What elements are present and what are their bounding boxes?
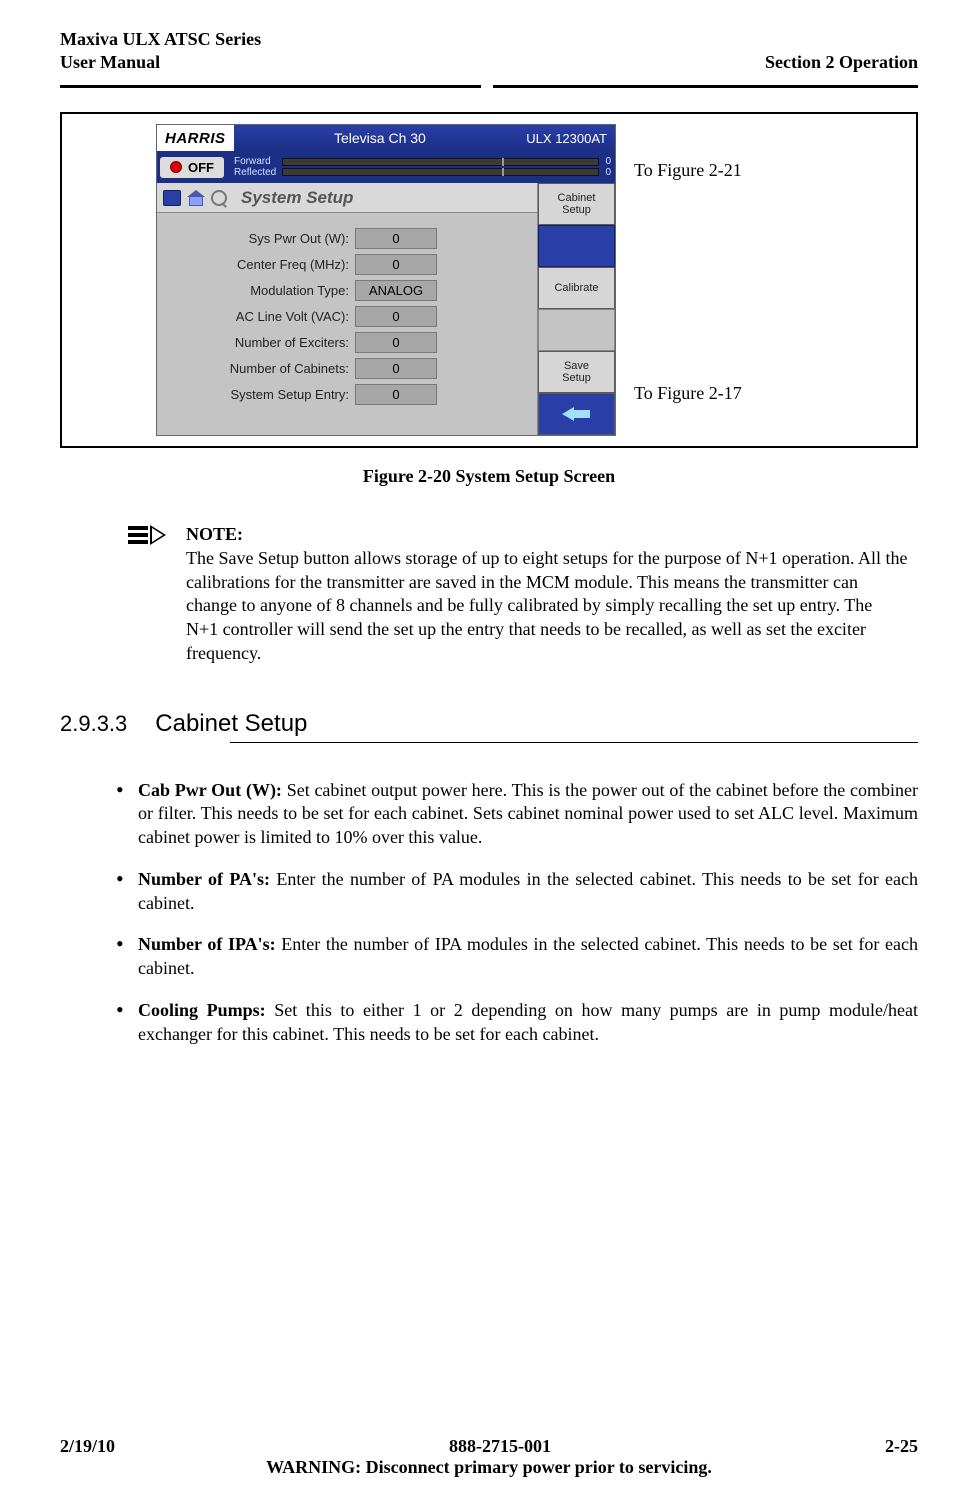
- footer-docnum: 888-2715-001: [449, 1436, 551, 1457]
- power-off-indicator[interactable]: OFF: [160, 157, 224, 178]
- note-arrow-icon: [128, 525, 174, 545]
- meter-values: 0 0: [605, 156, 615, 178]
- param-row: Sys Pwr Out (W):0: [165, 228, 529, 249]
- bullet-term: Number of PA's:: [138, 869, 276, 889]
- list-item: Cooling Pumps: Set this to either 1 or 2…: [116, 999, 918, 1047]
- param-label: AC Line Volt (VAC):: [165, 309, 355, 324]
- subsection: 2.9.3.3 Cabinet Setup: [60, 710, 918, 743]
- forward-bar: [282, 158, 599, 166]
- param-value[interactable]: ANALOG: [355, 280, 437, 301]
- param-row: System Setup Entry:0: [165, 384, 529, 405]
- subsection-number: 2.9.3.3: [60, 711, 127, 737]
- harris-logo: HARRIS: [157, 125, 234, 151]
- doc-series-line1: Maxiva ULX ATSC Series: [60, 28, 261, 51]
- list-item: Number of IPA's: Enter the number of IPA…: [116, 933, 918, 981]
- home-icon[interactable]: [187, 190, 205, 206]
- gui-statusbar: OFF Forward Reflected 0 0: [157, 151, 615, 183]
- forward-value: 0: [605, 156, 611, 167]
- side-blank-button: [538, 309, 615, 351]
- subsection-rule: [230, 742, 918, 743]
- gui-model: ULX 12300AT: [526, 131, 615, 146]
- meter-bars: [282, 156, 599, 178]
- param-value[interactable]: 0: [355, 254, 437, 275]
- param-row: Number of Exciters:0: [165, 332, 529, 353]
- calibrate-button[interactable]: Calibrate: [538, 267, 615, 309]
- side-button-column: Cabinet Setup Calibrate Save Setup: [537, 183, 615, 435]
- page-footer: 2/19/10 888-2715-001 2-25 WARNING: Disco…: [60, 1436, 918, 1478]
- meter-labels: Forward Reflected: [234, 156, 276, 178]
- gui-channel-title: Televisa Ch 30: [234, 130, 527, 146]
- list-item: Cab Pwr Out (W): Set cabinet output powe…: [116, 779, 918, 850]
- param-value[interactable]: 0: [355, 228, 437, 249]
- subsection-title: Cabinet Setup: [155, 710, 307, 738]
- magnifier-icon: [211, 190, 227, 206]
- footer-warning: WARNING: Disconnect primary power prior …: [60, 1457, 918, 1478]
- param-label: Modulation Type:: [165, 283, 355, 298]
- param-list: Sys Pwr Out (W):0 Center Freq (MHz):0 Mo…: [157, 213, 537, 428]
- cabinet-setup-indicator: [538, 225, 615, 267]
- power-off-label: OFF: [188, 160, 214, 175]
- doc-series-title: Maxiva ULX ATSC Series User Manual: [60, 28, 261, 73]
- nav-box-icon[interactable]: [163, 190, 181, 206]
- annotation-bottom: To Figure 2-17: [634, 383, 742, 404]
- bullet-list: Cab Pwr Out (W): Set cabinet output powe…: [60, 779, 918, 1047]
- note-body: The Save Setup button allows storage of …: [186, 547, 908, 666]
- footer-date: 2/19/10: [60, 1436, 115, 1457]
- bullet-term: Cab Pwr Out (W):: [138, 780, 287, 800]
- screen-title: System Setup: [241, 188, 353, 208]
- back-arrow-icon: [562, 407, 592, 421]
- param-value[interactable]: 0: [355, 332, 437, 353]
- param-label: System Setup Entry:: [165, 387, 355, 402]
- figure-annotations: To Figure 2-21 To Figure 2-17: [634, 160, 742, 404]
- param-value[interactable]: 0: [355, 306, 437, 327]
- reflected-label: Reflected: [234, 167, 276, 178]
- param-value[interactable]: 0: [355, 384, 437, 405]
- section-title: Section 2 Operation: [765, 51, 918, 74]
- param-row: Center Freq (MHz):0: [165, 254, 529, 275]
- breadcrumb: System Setup: [157, 183, 537, 213]
- save-setup-button[interactable]: Save Setup: [538, 351, 615, 393]
- note-callout: NOTE: The Save Setup button allows stora…: [60, 523, 918, 666]
- param-row: Modulation Type:ANALOG: [165, 280, 529, 301]
- list-item: Number of PA's: Enter the number of PA m…: [116, 868, 918, 916]
- forward-label: Forward: [234, 156, 276, 167]
- param-label: Number of Cabinets:: [165, 361, 355, 376]
- reflected-bar: [282, 168, 599, 176]
- back-button[interactable]: [538, 393, 615, 435]
- note-heading: NOTE:: [186, 523, 908, 547]
- figure-frame: HARRIS Televisa Ch 30 ULX 12300AT OFF Fo…: [60, 112, 918, 448]
- bullet-term: Number of IPA's:: [138, 934, 281, 954]
- reflected-value: 0: [605, 167, 611, 178]
- footer-page: 2-25: [885, 1436, 918, 1457]
- doc-series-line2: User Manual: [60, 51, 261, 74]
- param-value[interactable]: 0: [355, 358, 437, 379]
- gui-titlebar: HARRIS Televisa Ch 30 ULX 12300AT: [157, 125, 615, 151]
- annotation-top: To Figure 2-21: [634, 160, 742, 181]
- param-row: AC Line Volt (VAC):0: [165, 306, 529, 327]
- param-label: Center Freq (MHz):: [165, 257, 355, 272]
- bullet-term: Cooling Pumps:: [138, 1000, 274, 1020]
- power-off-dot-icon: [170, 161, 182, 173]
- cabinet-setup-button[interactable]: Cabinet Setup: [538, 183, 615, 225]
- param-label: Number of Exciters:: [165, 335, 355, 350]
- param-row: Number of Cabinets:0: [165, 358, 529, 379]
- param-label: Sys Pwr Out (W):: [165, 231, 355, 246]
- gui-screenshot: HARRIS Televisa Ch 30 ULX 12300AT OFF Fo…: [156, 124, 616, 436]
- figure-caption: Figure 2-20 System Setup Screen: [60, 466, 918, 487]
